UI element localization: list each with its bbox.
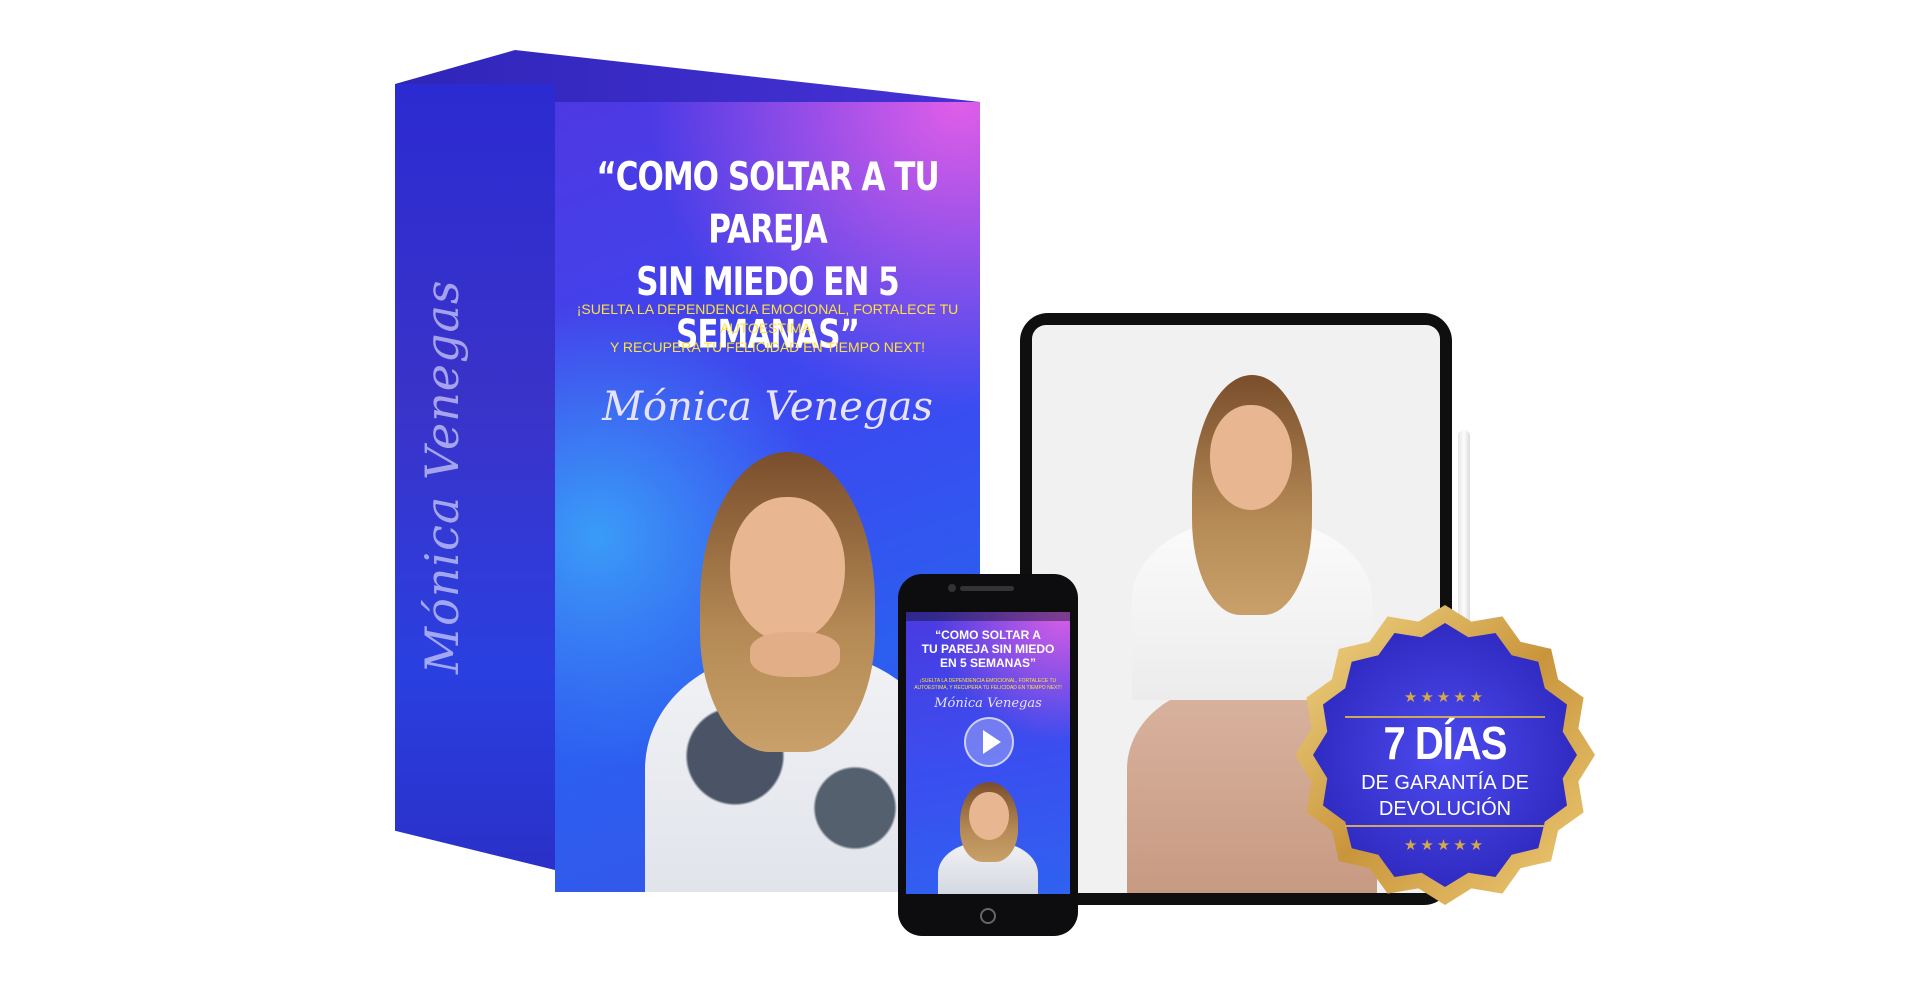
badge-content: ★★★★★ 7 DÍAS DE GARANTÍA DE DEVOLUCIÓN ★…	[1290, 600, 1600, 910]
phone-title-line3: EN 5 SEMANAS”	[939, 656, 1037, 670]
photo-face	[1210, 405, 1292, 510]
phone-title-line2: TU PAREJA SIN MIEDO	[921, 642, 1055, 656]
phone-screen: “COMO SOLTAR A TU PAREJA SIN MIEDO EN 5 …	[906, 612, 1070, 894]
play-icon	[983, 730, 1001, 754]
box-side-face: Mónica Venegas	[395, 84, 555, 870]
box-author-signature: Mónica Venegas	[602, 384, 933, 430]
phone-device: “COMO SOLTAR A TU PAREJA SIN MIEDO EN 5 …	[898, 574, 1078, 936]
phone-title-line1: “COMO SOLTAR A	[935, 628, 1041, 642]
product-box: Mónica Venegas “COMO SOLTAR A TU PAREJA …	[395, 50, 980, 900]
phone-speaker	[960, 586, 1014, 591]
badge-stars-bottom: ★★★★★	[1403, 837, 1487, 854]
badge-divider-bottom	[1345, 825, 1545, 827]
badge-desc-line2: DEVOLUCIÓN	[1378, 798, 1512, 820]
guarantee-badge: ★★★★★ 7 DÍAS DE GARANTÍA DE DEVOLUCIÓN ★…	[1290, 600, 1600, 910]
photo-hands	[750, 632, 840, 677]
phone-camera	[948, 584, 956, 592]
phone-subtitle: ¡SUELTA LA DEPENDENCIA EMOCIONAL, FORTAL…	[914, 678, 1062, 691]
box-subtitle-line1: ¡SUELTA LA DEPENDENCIA EMOCIONAL, FORTAL…	[576, 301, 959, 336]
photo-face	[730, 497, 845, 642]
phone-status-bar	[906, 612, 1070, 621]
phone-title: “COMO SOLTAR A TU PAREJA SIN MIEDO EN 5 …	[906, 628, 1070, 670]
box-subtitle-line2: Y RECUPERA TU FELICIDAD EN TIEMPO NEXT!	[609, 339, 926, 355]
badge-desc-line1: DE GARANTÍA DE	[1361, 772, 1529, 794]
phone-author-photo	[938, 782, 1038, 894]
box-subtitle: ¡SUELTA LA DEPENDENCIA EMOCIONAL, FORTAL…	[555, 300, 980, 357]
phone-author-signature: Mónica Venegas	[934, 696, 1042, 711]
phone-home-button[interactable]	[980, 908, 996, 924]
badge-stars-top: ★★★★★	[1403, 689, 1487, 706]
play-button[interactable]	[964, 717, 1014, 767]
badge-days: 7 DÍAS	[1383, 718, 1508, 770]
photo-face	[969, 792, 1009, 840]
box-title-line1: “COMO SOLTAR A TU PAREJA	[596, 154, 939, 253]
box-side-author: Mónica Venegas	[415, 279, 469, 675]
badge-description: DE GARANTÍA DE DEVOLUCIÓN	[1290, 770, 1600, 822]
